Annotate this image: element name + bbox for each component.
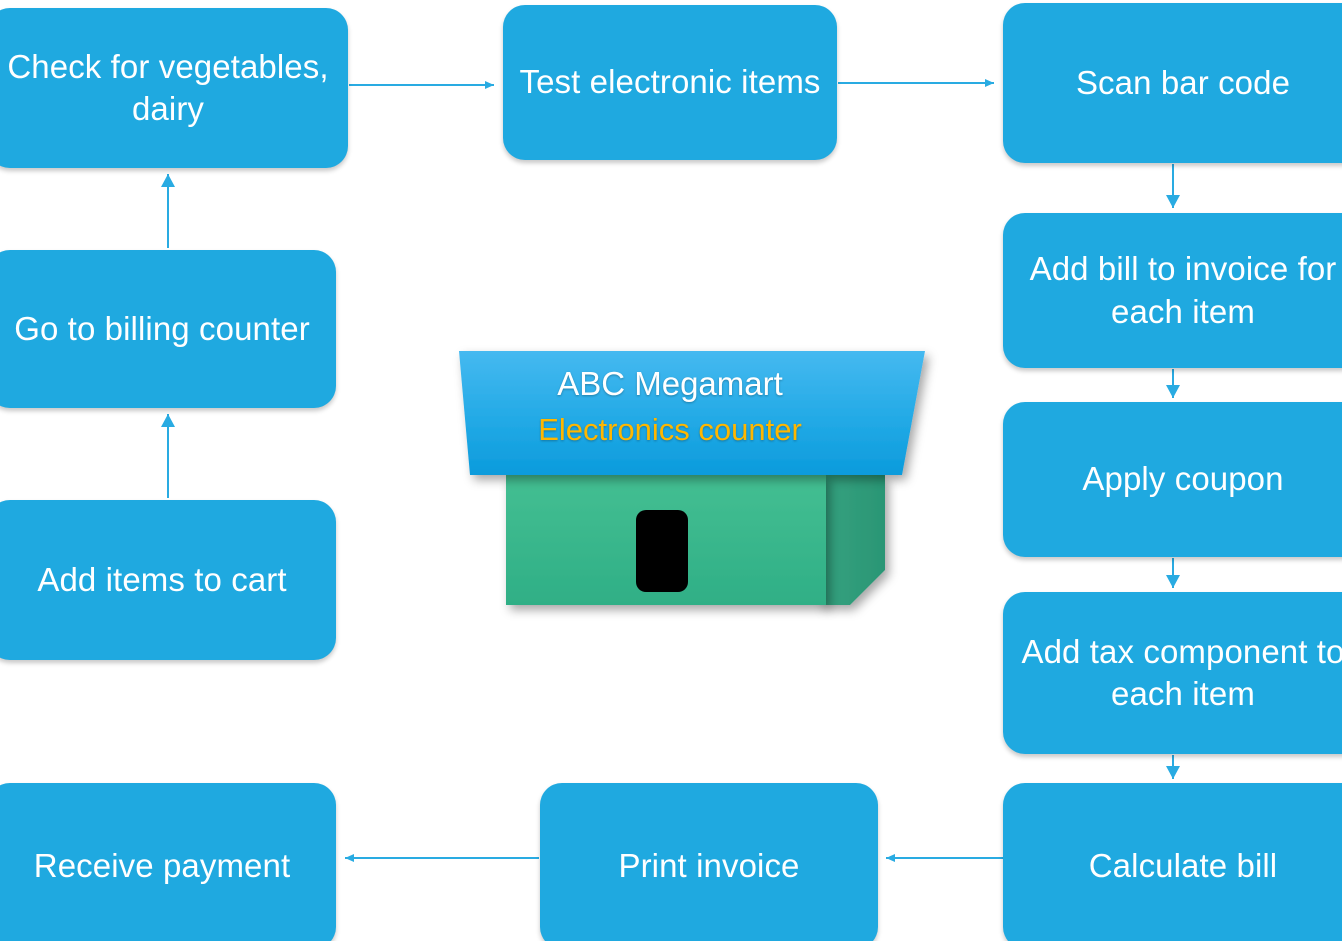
node-label: Add tax component to each item: [1021, 632, 1342, 712]
node-print-invoice[interactable]: Print invoice: [540, 783, 878, 941]
node-add-tax-component[interactable]: Add tax component to each item: [1003, 592, 1342, 754]
node-label: Add items to cart: [37, 560, 287, 598]
node-calculate-bill[interactable]: Calculate bill: [1003, 783, 1342, 941]
node-add-items-to-cart[interactable]: Add items to cart: [0, 500, 336, 660]
flowchart-canvas: Check for vegetables, dairy Test electro…: [0, 0, 1342, 941]
node-apply-coupon[interactable]: Apply coupon: [1003, 402, 1342, 557]
node-label: Test electronic items: [519, 63, 821, 101]
node-label: Go to billing counter: [14, 309, 310, 347]
node-label: Receive payment: [33, 846, 291, 884]
door-icon: [636, 510, 688, 592]
store-building-graphic: ABC Megamart Electronics counter: [430, 340, 950, 630]
node-test-electronic[interactable]: Test electronic items: [503, 5, 837, 160]
node-scan-bar-code[interactable]: Scan bar code: [1003, 3, 1342, 163]
node-check-vegetables[interactable]: Check for vegetables, dairy: [0, 8, 348, 168]
node-label: Add bill to invoice for each item: [1029, 250, 1337, 330]
building-side-wall: [820, 475, 885, 605]
node-label: Scan bar code: [1075, 63, 1291, 101]
node-label: Print invoice: [618, 846, 800, 884]
node-add-bill-to-invoice[interactable]: Add bill to invoice for each item: [1003, 213, 1342, 368]
node-label: Apply coupon: [1082, 460, 1284, 498]
building-roof: [459, 351, 925, 475]
node-go-to-billing-counter[interactable]: Go to billing counter: [0, 250, 336, 408]
node-label: Check for vegetables, dairy: [7, 47, 329, 127]
node-label: Calculate bill: [1088, 846, 1278, 884]
node-receive-payment[interactable]: Receive payment: [0, 783, 336, 941]
